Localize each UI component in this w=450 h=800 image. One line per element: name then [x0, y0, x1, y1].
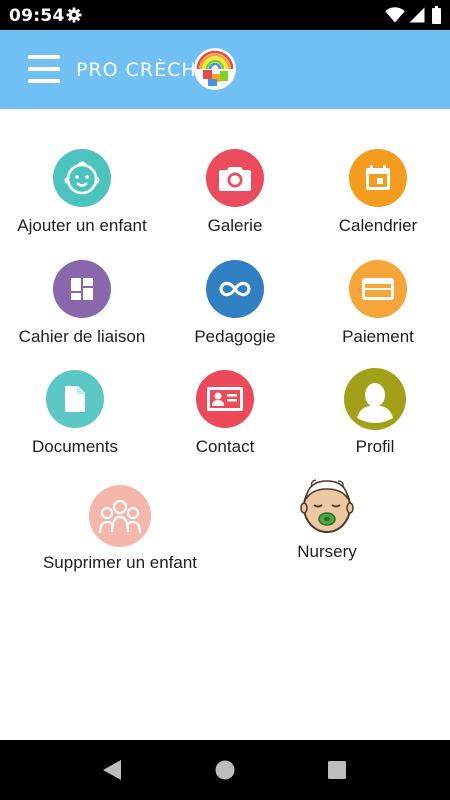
menu-label: Galerie — [207, 216, 263, 235]
menu-icon-circle — [297, 474, 357, 538]
menu-item-profil[interactable]: Profil — [300, 368, 450, 457]
baby-face-icon — [64, 161, 100, 195]
infinity-icon — [219, 281, 251, 297]
menu-icon-circle — [344, 368, 406, 430]
menu-label: Supprimer un enfant — [42, 553, 198, 572]
recents-icon[interactable] — [328, 761, 346, 779]
menu-item-ajouter-enfant[interactable]: Ajouter un enfant — [7, 149, 157, 236]
menu-item-paiement[interactable]: Paiement — [303, 260, 450, 347]
status-bar: 09:54 — [0, 0, 450, 30]
battery-icon — [432, 6, 441, 24]
settings-icon — [66, 7, 82, 23]
menu-icon-circle — [53, 149, 111, 207]
menu-item-cahier-liaison[interactable]: Cahier de liaison — [7, 260, 157, 347]
menu-item-documents[interactable]: Documents — [0, 370, 150, 457]
sleeping-baby-icon — [300, 479, 354, 533]
user-silhouette-icon — [357, 383, 393, 423]
pro-creche-logo — [194, 48, 236, 90]
children-group-icon — [98, 499, 142, 534]
menu-label: Calendrier — [338, 216, 418, 235]
menu-label: Documents — [32, 437, 118, 456]
status-time: 09:54 — [9, 6, 65, 26]
menu-icon-circle — [196, 370, 254, 428]
menu-item-pedagogie[interactable]: Pedagogie — [160, 260, 310, 347]
menu-label: Pedagogie — [194, 327, 276, 346]
menu-item-calendrier[interactable]: Calendrier — [303, 149, 450, 236]
app-header: PRO CRÈCHE — [0, 30, 450, 109]
menu-label: Nursery — [297, 542, 357, 561]
menu-icon-circle — [53, 260, 111, 318]
menu-item-supprimer-enfant[interactable]: Supprimer un enfant — [30, 485, 210, 573]
menu-item-nursery[interactable]: Nursery — [252, 474, 402, 562]
hamburger-menu-icon[interactable] — [28, 55, 60, 83]
signal-icon — [409, 7, 425, 23]
menu-icon-circle — [349, 149, 407, 207]
app-brand-title: PRO CRÈCHE — [76, 59, 210, 81]
system-nav-bar — [0, 740, 450, 800]
menu-item-galerie[interactable]: Galerie — [160, 149, 310, 236]
menu-label: Ajouter un enfant — [17, 216, 147, 235]
credit-card-icon — [362, 278, 394, 300]
menu-icon-circle — [349, 260, 407, 318]
menu-item-contact[interactable]: Contact — [150, 370, 300, 457]
id-card-icon — [207, 387, 243, 411]
menu-icon-circle — [206, 149, 264, 207]
calendar-icon — [366, 165, 390, 190]
menu-label: Profil — [355, 437, 395, 456]
menu-icon-circle — [206, 260, 264, 318]
home-icon[interactable] — [215, 760, 235, 780]
menu-label: Cahier de liaison — [18, 327, 146, 346]
menu-label: Contact — [195, 437, 255, 456]
back-icon[interactable] — [101, 759, 123, 781]
menu-icon-circle — [89, 485, 151, 547]
menu-label: Paiement — [342, 327, 414, 346]
dashboard-icon — [71, 278, 93, 300]
document-icon — [65, 386, 85, 412]
wifi-icon — [385, 7, 405, 23]
camera-icon — [219, 167, 251, 191]
menu-icon-circle — [46, 370, 104, 428]
